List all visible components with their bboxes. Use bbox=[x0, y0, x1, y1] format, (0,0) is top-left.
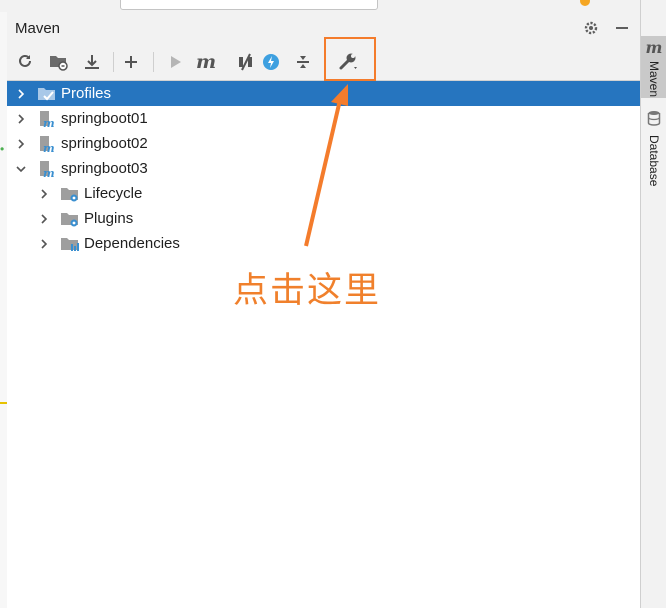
editor-gutter-mark: • bbox=[0, 142, 5, 156]
annotation-highlight-box bbox=[324, 37, 376, 81]
run-icon[interactable] bbox=[163, 50, 187, 74]
right-tool-window-bar: m Maven Database bbox=[640, 0, 666, 608]
chevron-down-icon[interactable] bbox=[13, 161, 29, 177]
tree-item-dependencies[interactable]: Dependencies bbox=[7, 231, 640, 256]
chevron-right-icon[interactable] bbox=[36, 236, 52, 252]
tree-item-plugins[interactable]: Plugins bbox=[7, 206, 640, 231]
annotation-text: 点击这里 bbox=[233, 271, 382, 311]
tool-tab-maven[interactable]: m Maven bbox=[641, 36, 666, 98]
tree-item-label: Dependencies bbox=[84, 235, 180, 252]
editor-tab[interactable] bbox=[120, 0, 378, 10]
download-icon[interactable] bbox=[80, 50, 104, 74]
maven-goal-icon[interactable]: m bbox=[194, 50, 218, 74]
toolbar-separator bbox=[113, 52, 114, 72]
status-dot-icon bbox=[580, 0, 590, 6]
maven-project-icon: m bbox=[37, 134, 57, 154]
skip-tests-icon[interactable] bbox=[259, 50, 283, 74]
lifecycle-folder-icon bbox=[60, 184, 80, 204]
generate-sources-folder-icon[interactable] bbox=[47, 50, 71, 74]
chevron-right-icon[interactable] bbox=[36, 211, 52, 227]
svg-text:m: m bbox=[43, 142, 55, 154]
dependencies-folder-icon bbox=[60, 234, 80, 254]
toggle-offline-icon[interactable] bbox=[234, 50, 258, 74]
tree-item-label: springboot01 bbox=[61, 110, 148, 127]
maven-icon: m bbox=[645, 38, 663, 57]
add-icon[interactable] bbox=[119, 50, 143, 74]
chevron-right-icon[interactable] bbox=[13, 136, 29, 152]
collapse-all-icon[interactable] bbox=[291, 50, 315, 74]
tree-item-springboot03[interactable]: m springboot03 bbox=[7, 156, 640, 181]
gear-icon[interactable] bbox=[580, 17, 602, 39]
tree-item-label: springboot03 bbox=[61, 160, 148, 177]
toolbar-separator bbox=[153, 52, 154, 72]
tree-item-label: Plugins bbox=[84, 210, 134, 227]
maven-project-icon: m bbox=[37, 109, 57, 129]
tree-item-springboot02[interactable]: m springboot02 bbox=[7, 131, 640, 156]
maven-goal-glyph: m bbox=[195, 51, 217, 73]
tree-item-label: Profiles bbox=[61, 85, 112, 102]
svg-text:m: m bbox=[43, 167, 55, 179]
database-icon bbox=[647, 110, 661, 131]
chevron-right-icon[interactable] bbox=[13, 111, 29, 127]
tree-item-springboot01[interactable]: m springboot01 bbox=[7, 106, 640, 131]
plugins-folder-icon bbox=[60, 209, 80, 229]
chevron-right-icon[interactable] bbox=[13, 86, 29, 102]
profiles-icon bbox=[37, 84, 57, 104]
tree-item-label: springboot02 bbox=[61, 135, 148, 152]
panel-title: Maven bbox=[15, 20, 61, 37]
tool-tab-label: Maven bbox=[647, 61, 661, 98]
maven-project-icon: m bbox=[37, 159, 57, 179]
svg-text:m: m bbox=[43, 117, 55, 129]
tree-item-lifecycle[interactable]: Lifecycle bbox=[7, 181, 640, 206]
minimize-icon[interactable] bbox=[611, 17, 633, 39]
tree-item-label: Lifecycle bbox=[84, 185, 143, 202]
chevron-right-icon[interactable] bbox=[36, 186, 52, 202]
tool-tab-label: Database bbox=[647, 135, 661, 187]
editor-gutter-mark bbox=[0, 402, 7, 404]
reload-icon[interactable] bbox=[13, 50, 37, 74]
tree-item-profiles[interactable]: Profiles bbox=[7, 81, 640, 106]
tool-tab-database[interactable]: Database bbox=[641, 110, 666, 194]
